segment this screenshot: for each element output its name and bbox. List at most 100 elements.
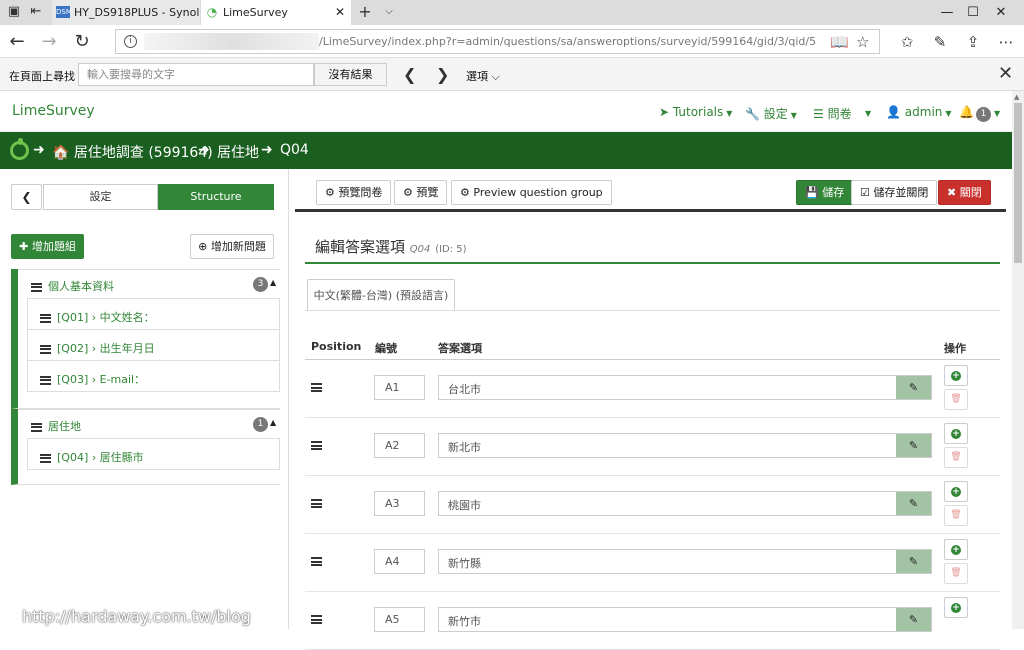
drag-handle-icon[interactable]: [311, 441, 322, 450]
refresh-icon[interactable]: ↻: [71, 31, 93, 53]
add-group-button[interactable]: ✚ 增加題組: [11, 234, 84, 259]
favorite-star-icon[interactable]: ☆: [856, 33, 869, 51]
drag-handle-icon[interactable]: [311, 499, 322, 508]
save-button[interactable]: 💾 儲存: [796, 180, 854, 205]
brand-logo-text[interactable]: LimeSurvey: [12, 103, 95, 119]
preview-group-button[interactable]: ⚙ Preview question group: [451, 180, 612, 205]
drag-handle-icon[interactable]: [40, 313, 51, 323]
answer-text-input[interactable]: 新北市 ✎: [438, 433, 932, 458]
limesurvey-logo-icon[interactable]: [10, 138, 29, 160]
answer-text-input[interactable]: 台北市 ✎: [438, 375, 932, 400]
find-close-icon[interactable]: ✕: [998, 63, 1013, 84]
new-tab-icon[interactable]: +: [357, 4, 373, 20]
caret-up-icon[interactable]: ▲: [270, 418, 276, 427]
answer-text-input[interactable]: 新竹縣 ✎: [438, 549, 932, 574]
find-previous-icon[interactable]: ❮: [403, 65, 416, 84]
add-row-button[interactable]: +: [944, 539, 968, 560]
breadcrumb-group[interactable]: 居住地: [217, 142, 259, 162]
preview-button[interactable]: ⚙ 預覽: [394, 180, 448, 205]
question-label: [Q01] › 中文姓名：: [57, 311, 155, 324]
set-aside-tabs-icon[interactable]: ⇤: [28, 4, 44, 20]
browser-tab-limesurvey[interactable]: ◔ LimeSurvey ✕: [201, 0, 351, 25]
nav-settings[interactable]: 🔧 設定 ▼: [745, 105, 797, 122]
delete-row-button[interactable]: 🗑: [944, 563, 968, 584]
title-underline: [305, 262, 1000, 264]
more-menu-icon[interactable]: ⋯: [995, 31, 1017, 53]
delete-row-button[interactable]: 🗑: [944, 447, 968, 468]
tab-settings[interactable]: 設定: [43, 184, 158, 210]
pencil-icon[interactable]: ✎: [896, 550, 931, 573]
table-row: A4 新竹縣 ✎ + 🗑: [305, 534, 1000, 592]
drag-handle-icon[interactable]: [311, 615, 322, 624]
site-info-icon[interactable]: i: [124, 35, 137, 48]
group-header[interactable]: 居住地 1 ▲: [18, 409, 280, 437]
drag-handle-icon[interactable]: [311, 383, 322, 392]
breadcrumb-survey[interactable]: 🏠 居住地調查 (599164): [52, 142, 213, 162]
preview-survey-button[interactable]: ⚙ 預覽問卷: [316, 180, 392, 205]
drag-handle-icon[interactable]: [40, 344, 51, 354]
nav-surveys[interactable]: ☰ 問卷: [813, 105, 852, 122]
add-row-button[interactable]: +: [944, 423, 968, 444]
answer-text-input[interactable]: 新竹市 ✎: [438, 607, 932, 632]
back-arrow-icon[interactable]: ←: [6, 31, 28, 53]
add-row-button[interactable]: +: [944, 597, 968, 618]
toolbar-divider: [295, 209, 1006, 212]
answer-text-input[interactable]: 桃園市 ✎: [438, 491, 932, 516]
drag-handle-icon[interactable]: [40, 375, 51, 385]
scroll-up-icon[interactable]: ▲: [1014, 93, 1019, 101]
answer-code-input[interactable]: A5: [374, 607, 425, 632]
tab-structure[interactable]: Structure: [158, 184, 274, 210]
drag-handle-icon[interactable]: [40, 453, 51, 463]
tab-preview-chevron-icon[interactable]: ⌵: [381, 4, 397, 20]
caret-up-icon[interactable]: ▲: [270, 278, 276, 287]
pencil-icon[interactable]: ✎: [896, 608, 931, 631]
add-question-button[interactable]: ⊕ 增加新問題: [190, 234, 274, 259]
redacted-host: [144, 33, 319, 50]
url-field[interactable]: i /LimeSurvey/index.php?r=admin/question…: [115, 29, 880, 54]
gear-icon: ⚙: [460, 186, 470, 199]
favorites-hub-icon[interactable]: ✩: [896, 31, 918, 53]
add-row-button[interactable]: +: [944, 365, 968, 386]
nav-notifications[interactable]: 🔔 1 ▼: [959, 105, 1000, 122]
scrollbar-thumb[interactable]: [1014, 103, 1022, 263]
find-options-button[interactable]: 選項 ⌵: [466, 68, 500, 84]
save-close-button[interactable]: ☑ 儲存並關閉: [851, 180, 938, 205]
drag-handle-icon[interactable]: [311, 557, 322, 566]
reading-view-icon[interactable]: 📖: [830, 33, 849, 51]
collapse-sidebar-button[interactable]: ❮: [11, 184, 42, 210]
page-scrollbar[interactable]: ▲: [1012, 91, 1024, 629]
web-note-pen-icon[interactable]: ✎: [929, 31, 951, 53]
window-close-icon[interactable]: ✕: [978, 0, 1024, 25]
trash-icon: 🗑: [950, 394, 962, 404]
pencil-icon[interactable]: ✎: [896, 434, 931, 457]
pencil-icon[interactable]: ✎: [896, 376, 931, 399]
answer-text: 桃園市: [448, 499, 481, 512]
delete-row-button[interactable]: 🗑: [944, 389, 968, 410]
share-icon[interactable]: ⇪: [962, 31, 984, 53]
delete-row-button[interactable]: 🗑: [944, 505, 968, 526]
find-input[interactable]: 輸入要搜尋的文字: [78, 63, 314, 86]
nav-tutorials[interactable]: ➤ Tutorials ▼: [659, 105, 732, 119]
answer-code-input[interactable]: A4: [374, 549, 425, 574]
question-item[interactable]: [Q01] › 中文姓名：: [27, 298, 280, 330]
question-item[interactable]: [Q02] › 出生年月日: [27, 329, 280, 361]
drag-handle-icon[interactable]: [31, 282, 42, 292]
close-button[interactable]: ✖ 關閉: [938, 180, 991, 205]
question-item[interactable]: [Q03] › E-mail：: [27, 360, 280, 392]
nav-admin[interactable]: 👤 admin ▼: [886, 105, 952, 119]
add-row-button[interactable]: +: [944, 481, 968, 502]
group-header[interactable]: 個人基本資料 3 ▲: [18, 269, 280, 297]
answer-code-input[interactable]: A2: [374, 433, 425, 458]
pencil-icon[interactable]: ✎: [896, 492, 931, 515]
browser-tab-synology[interactable]: DSM HY_DS918PLUS - Synology D: [52, 0, 200, 25]
nav-surveys-dropdown[interactable]: ▼: [862, 105, 871, 119]
drag-handle-icon[interactable]: [31, 422, 42, 432]
tab-manager-icon[interactable]: ▣: [6, 4, 22, 20]
forward-arrow-icon[interactable]: →: [38, 31, 60, 53]
answer-code-input[interactable]: A3: [374, 491, 425, 516]
question-item[interactable]: [Q04] › 居住縣市: [27, 438, 280, 470]
close-tab-icon[interactable]: ✕: [335, 0, 345, 25]
language-tab[interactable]: 中文(繁體-台灣) (預設語言): [307, 279, 455, 311]
find-next-icon[interactable]: ❯: [436, 65, 449, 84]
answer-code-input[interactable]: A1: [374, 375, 425, 400]
